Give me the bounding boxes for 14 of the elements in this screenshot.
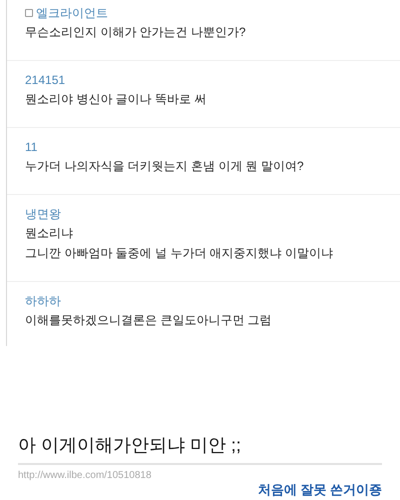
- comment-author: 214151: [25, 72, 66, 89]
- comment-text: 이해를못하겠으니결론은 큰일도아니구먼 그럼: [25, 312, 273, 329]
- comment-text: 뭔소리야 병신아 글이나 똑바로 써: [25, 91, 208, 108]
- comment-author: 냉면왕: [25, 206, 61, 223]
- comment-author: 엘크라이언트: [36, 5, 108, 22]
- comment-text: 누가더 나의자식을 더키웟는지 혼냄 이게 뭔 말이여?: [25, 158, 305, 175]
- comment-text: 그니깐 아빠엄마 둘중에 널 누가더 애지중지했냐 이말이냐: [25, 245, 334, 262]
- note-text: 처음에 잘못 쓴거이죵: [256, 483, 382, 497]
- comment-text: 뭔소리냐: [25, 225, 74, 242]
- comment-author: 하하하: [25, 293, 61, 310]
- comment-author: 11: [25, 139, 38, 156]
- source-url: http://www.ilbe.com/10510818: [18, 469, 152, 483]
- comment-text: 무슨소리인지 이해가 안가는건 나뿐인가?: [25, 24, 247, 41]
- post-title: 아 이게이해가안되냐 미안 ;;: [18, 432, 382, 465]
